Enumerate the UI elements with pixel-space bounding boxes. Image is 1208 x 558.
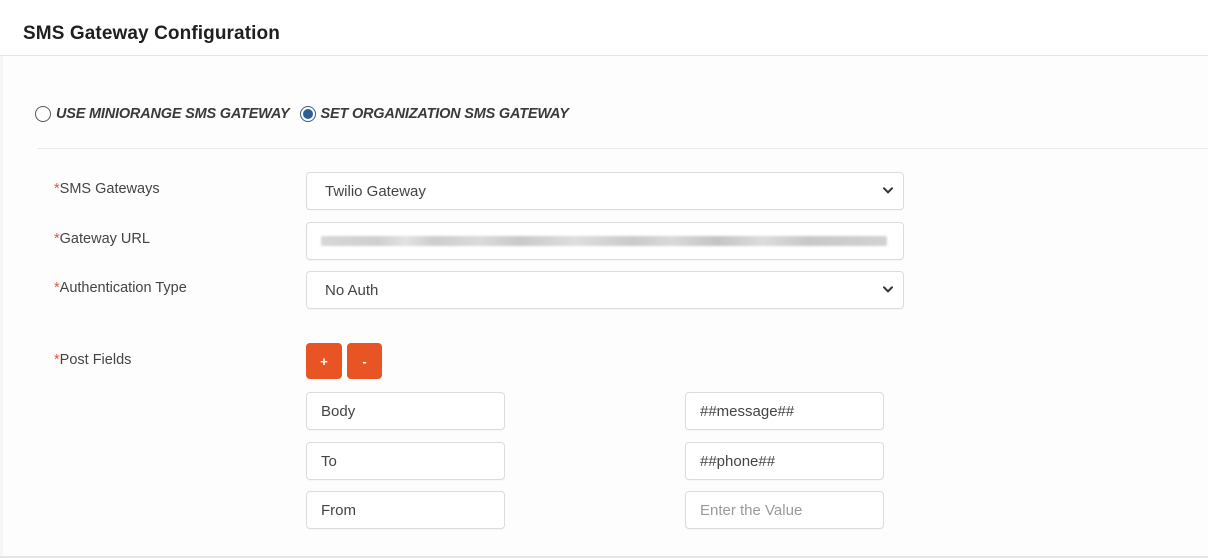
post-field-value-input[interactable]: Enter the Value <box>685 491 884 529</box>
chevron-down-icon <box>883 286 893 293</box>
remove-post-field-button[interactable]: - <box>347 343 382 379</box>
auth-type-label: *Authentication Type <box>54 280 187 296</box>
radio-label-set-organization[interactable]: SET ORGANIZATION SMS GATEWAY <box>321 106 569 122</box>
chevron-down-icon <box>883 187 893 194</box>
post-field-value-input[interactable]: ##phone## <box>685 442 884 480</box>
post-field-key-input[interactable]: Body <box>306 392 505 430</box>
sms-gateways-label: *SMS Gateways <box>54 181 160 197</box>
post-field-key: To <box>321 452 337 470</box>
page-header: SMS Gateway Configuration <box>0 0 1208 56</box>
gateway-url-label-text: Gateway URL <box>59 231 150 247</box>
gateway-mode-group: USE MINIORANGE SMS GATEWAY SET ORGANIZAT… <box>35 104 579 124</box>
page-title: SMS Gateway Configuration <box>23 23 280 44</box>
post-field-value-input[interactable]: ##message## <box>685 392 884 430</box>
post-field-key-input[interactable]: To <box>306 442 505 480</box>
post-field-key-input[interactable]: From <box>306 491 505 529</box>
auth-type-select[interactable]: No Auth <box>306 271 904 309</box>
sms-gateways-value: Twilio Gateway <box>325 182 426 200</box>
auth-type-label-text: Authentication Type <box>59 280 187 296</box>
radio-label-use-miniorange[interactable]: USE MINIORANGE SMS GATEWAY <box>56 106 290 122</box>
section-divider <box>37 148 1208 149</box>
post-fields-label-text: Post Fields <box>59 352 132 368</box>
sms-gateways-select[interactable]: Twilio Gateway <box>306 172 904 210</box>
post-field-key: From <box>321 501 356 519</box>
add-post-field-button[interactable]: + <box>306 343 342 379</box>
radio-selected-dot <box>302 109 313 119</box>
post-field-value: ##message## <box>700 402 795 420</box>
post-fields-label: *Post Fields <box>54 352 131 368</box>
radio-use-miniorange[interactable] <box>35 106 51 122</box>
auth-type-value: No Auth <box>325 281 379 299</box>
radio-set-organization[interactable] <box>299 106 316 122</box>
post-field-key: Body <box>321 402 356 420</box>
gateway-url-input[interactable] <box>306 222 904 260</box>
post-field-value-placeholder: Enter the Value <box>700 501 803 519</box>
blurred-url-value <box>321 236 887 246</box>
sms-gateways-label-text: SMS Gateways <box>59 181 160 197</box>
post-field-value: ##phone## <box>700 452 776 470</box>
gateway-url-label: *Gateway URL <box>54 231 150 247</box>
